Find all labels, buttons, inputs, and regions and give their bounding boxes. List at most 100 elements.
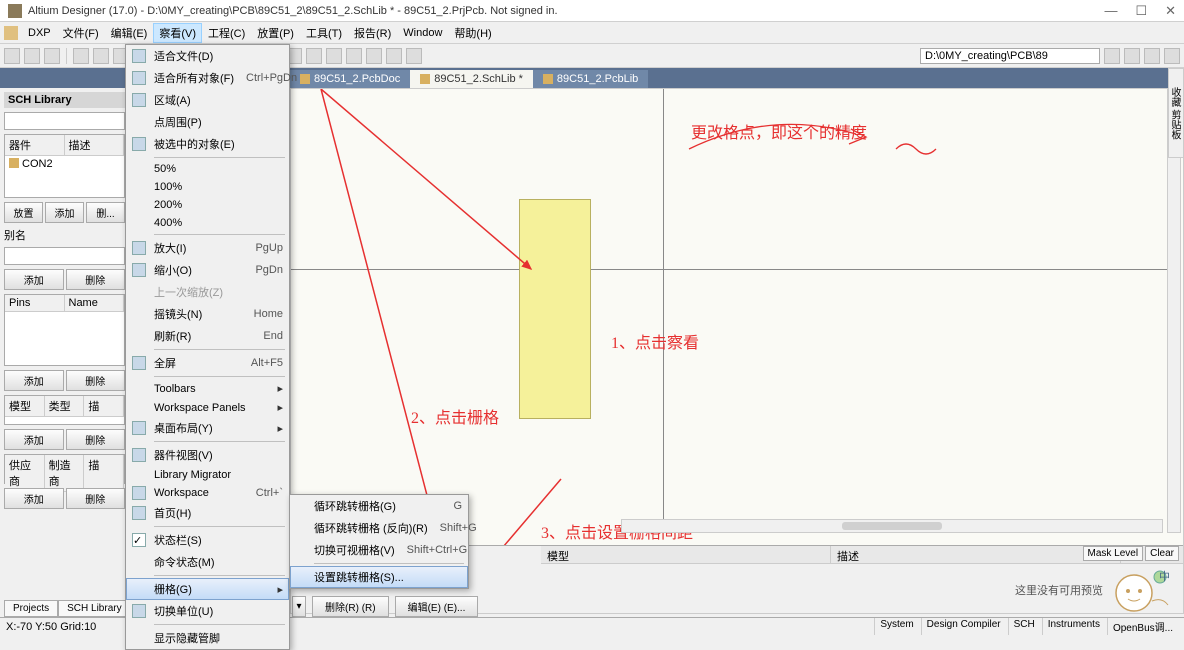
tb-zoom-icon[interactable]: [93, 48, 109, 64]
supplier-delete-button[interactable]: 删除: [66, 488, 126, 509]
add-button[interactable]: 添加: [45, 202, 84, 223]
mask-level-button[interactable]: Mask Level: [1083, 546, 1144, 561]
alias-delete-button[interactable]: 删除: [66, 269, 126, 290]
tb-misc2-icon[interactable]: [306, 48, 322, 64]
tb-go-icon[interactable]: [1104, 48, 1120, 64]
tb-misc6-icon[interactable]: [386, 48, 402, 64]
tab-pcblib[interactable]: 89C51_2.PcbLib: [533, 70, 648, 88]
path-field[interactable]: D:\0MY_creating\PCB\89: [920, 48, 1100, 64]
mi-cmdstatus[interactable]: 命令状态(M): [126, 551, 289, 573]
mod-sch[interactable]: SCH: [1008, 618, 1040, 635]
zoom-in-icon: [132, 241, 146, 255]
supplier-add-button[interactable]: 添加: [4, 488, 64, 509]
mi-panels[interactable]: Workspace Panels▸: [126, 398, 289, 417]
tb-save-icon[interactable]: [44, 48, 60, 64]
pins-add-button[interactable]: 添加: [4, 370, 64, 391]
menu-help[interactable]: 帮助(H): [448, 23, 497, 43]
mi-home[interactable]: 首页(H): [126, 502, 289, 524]
clear-button[interactable]: Clear: [1145, 546, 1179, 561]
mi-comp-view[interactable]: 器件视图(V): [126, 444, 289, 466]
mi-statusbar[interactable]: ✓状态栏(S): [126, 529, 289, 551]
footer-edit-button[interactable]: 编辑(E) (E)...: [395, 596, 479, 617]
add-footprint-dropdown[interactable]: ▾: [292, 596, 306, 617]
smi-set-grid[interactable]: 设置跳转栅格(S)...: [290, 566, 468, 588]
component-icon: [9, 158, 19, 168]
menu-tools[interactable]: 工具(T): [300, 23, 348, 43]
models-grid[interactable]: 模型类型描: [4, 395, 125, 425]
minimize-button[interactable]: —: [1104, 3, 1117, 19]
place-button[interactable]: 放置: [4, 202, 43, 223]
component-body[interactable]: [519, 199, 591, 419]
tb-print-icon[interactable]: [73, 48, 89, 64]
mi-layout[interactable]: 桌面布局(Y)▸: [126, 417, 289, 439]
mi-area[interactable]: 区域(A): [126, 89, 289, 111]
mi-refresh[interactable]: 刷新(R)End: [126, 325, 289, 347]
mi-units[interactable]: 切换单位(U): [126, 600, 289, 622]
footer-tab-schlib[interactable]: SCH Library: [58, 600, 130, 617]
supplier-grid[interactable]: 供应商制造商描: [4, 454, 125, 484]
menu-edit[interactable]: 编辑(E): [105, 23, 154, 43]
mod-system[interactable]: System: [874, 618, 918, 635]
dxp-icon[interactable]: [4, 26, 18, 40]
mi-last-zoom[interactable]: 上一次缩放(Z): [126, 281, 289, 303]
menu-view[interactable]: 察看(V): [153, 23, 202, 43]
mod-instruments[interactable]: Instruments: [1042, 618, 1105, 635]
tb-new-icon[interactable]: [4, 48, 20, 64]
mi-workspace[interactable]: WorkspaceCtrl+`: [126, 484, 289, 502]
tb-home-icon[interactable]: [1164, 48, 1180, 64]
maximize-button[interactable]: ☐: [1135, 3, 1147, 19]
mi-around[interactable]: 点周围(P): [126, 111, 289, 133]
tb-nav1-icon[interactable]: [1124, 48, 1140, 64]
smi-toggle-vis[interactable]: 切换可视栅格(V)Shift+Ctrl+G: [290, 539, 468, 561]
mi-50[interactable]: 50%: [126, 160, 289, 178]
footer-tab-projects[interactable]: Projects: [4, 600, 58, 617]
menu-report[interactable]: 报告(R): [348, 23, 397, 43]
mi-100[interactable]: 100%: [126, 178, 289, 196]
menu-file[interactable]: 文件(F): [57, 23, 105, 43]
mi-fit-all[interactable]: 适合所有对象(F)Ctrl+PgDn: [126, 67, 289, 89]
mi-pan[interactable]: 摇镜头(N)Home: [126, 303, 289, 325]
menu-window[interactable]: Window: [397, 25, 448, 41]
delete-button[interactable]: 删...: [86, 202, 125, 223]
menu-dxp[interactable]: DXP: [22, 25, 57, 41]
mi-fullscreen[interactable]: 全屏Alt+F5: [126, 352, 289, 374]
mi-fit-doc[interactable]: 适合文件(D): [126, 45, 289, 67]
component-grid[interactable]: 器件描述 CON2: [4, 134, 125, 198]
tb-misc3-icon[interactable]: [326, 48, 342, 64]
models-add-button[interactable]: 添加: [4, 429, 64, 450]
tb-misc5-icon[interactable]: [366, 48, 382, 64]
mod-design-compiler[interactable]: Design Compiler: [921, 618, 1006, 635]
menu-project[interactable]: 工程(C): [202, 23, 251, 43]
mi-zoom-in[interactable]: 放大(I)PgUp: [126, 237, 289, 259]
pins-delete-button[interactable]: 删除: [66, 370, 126, 391]
tb-open-icon[interactable]: [24, 48, 40, 64]
mod-openbus[interactable]: OpenBus调...: [1107, 618, 1178, 635]
mi-hidden-pins[interactable]: 显示隐藏管脚: [126, 627, 289, 649]
tab-pcbdoc[interactable]: 89C51_2.PcbDoc: [290, 70, 410, 88]
menu-place[interactable]: 放置(P): [251, 23, 300, 43]
window-title: Altium Designer (17.0) - D:\0MY_creating…: [28, 5, 1104, 17]
smi-cycle-rev[interactable]: 循环跳转栅格 (反向)(R)Shift+G: [290, 517, 468, 539]
tb-nav2-icon[interactable]: [1144, 48, 1160, 64]
tb-misc7-icon[interactable]: [406, 48, 422, 64]
footer-delete-button[interactable]: 删除(R) (R): [312, 596, 389, 617]
mi-400[interactable]: 400%: [126, 214, 289, 232]
tb-misc4-icon[interactable]: [346, 48, 362, 64]
selected-icon: [132, 137, 146, 151]
mi-migrator[interactable]: Library Migrator: [126, 466, 289, 484]
mi-toolbars[interactable]: Toolbars▸: [126, 379, 289, 398]
smi-cycle[interactable]: 循环跳转栅格(G)G: [290, 495, 468, 517]
horizontal-scrollbar[interactable]: [621, 519, 1163, 533]
mi-selected[interactable]: 被选中的对象(E): [126, 133, 289, 155]
right-dock-strip[interactable]: 收藏 剪贴板: [1168, 68, 1184, 158]
mi-200[interactable]: 200%: [126, 196, 289, 214]
models-delete-button[interactable]: 删除: [66, 429, 126, 450]
mi-grid[interactable]: 栅格(G)▸: [126, 578, 289, 600]
alias-add-button[interactable]: 添加: [4, 269, 64, 290]
close-button[interactable]: ✕: [1165, 3, 1176, 19]
mi-zoom-out[interactable]: 缩小(O)PgDn: [126, 259, 289, 281]
search-input[interactable]: [4, 112, 125, 130]
alias-input[interactable]: [4, 247, 125, 265]
pins-grid[interactable]: PinsName: [4, 294, 125, 366]
tab-schlib[interactable]: 89C51_2.SchLib *: [410, 70, 533, 88]
